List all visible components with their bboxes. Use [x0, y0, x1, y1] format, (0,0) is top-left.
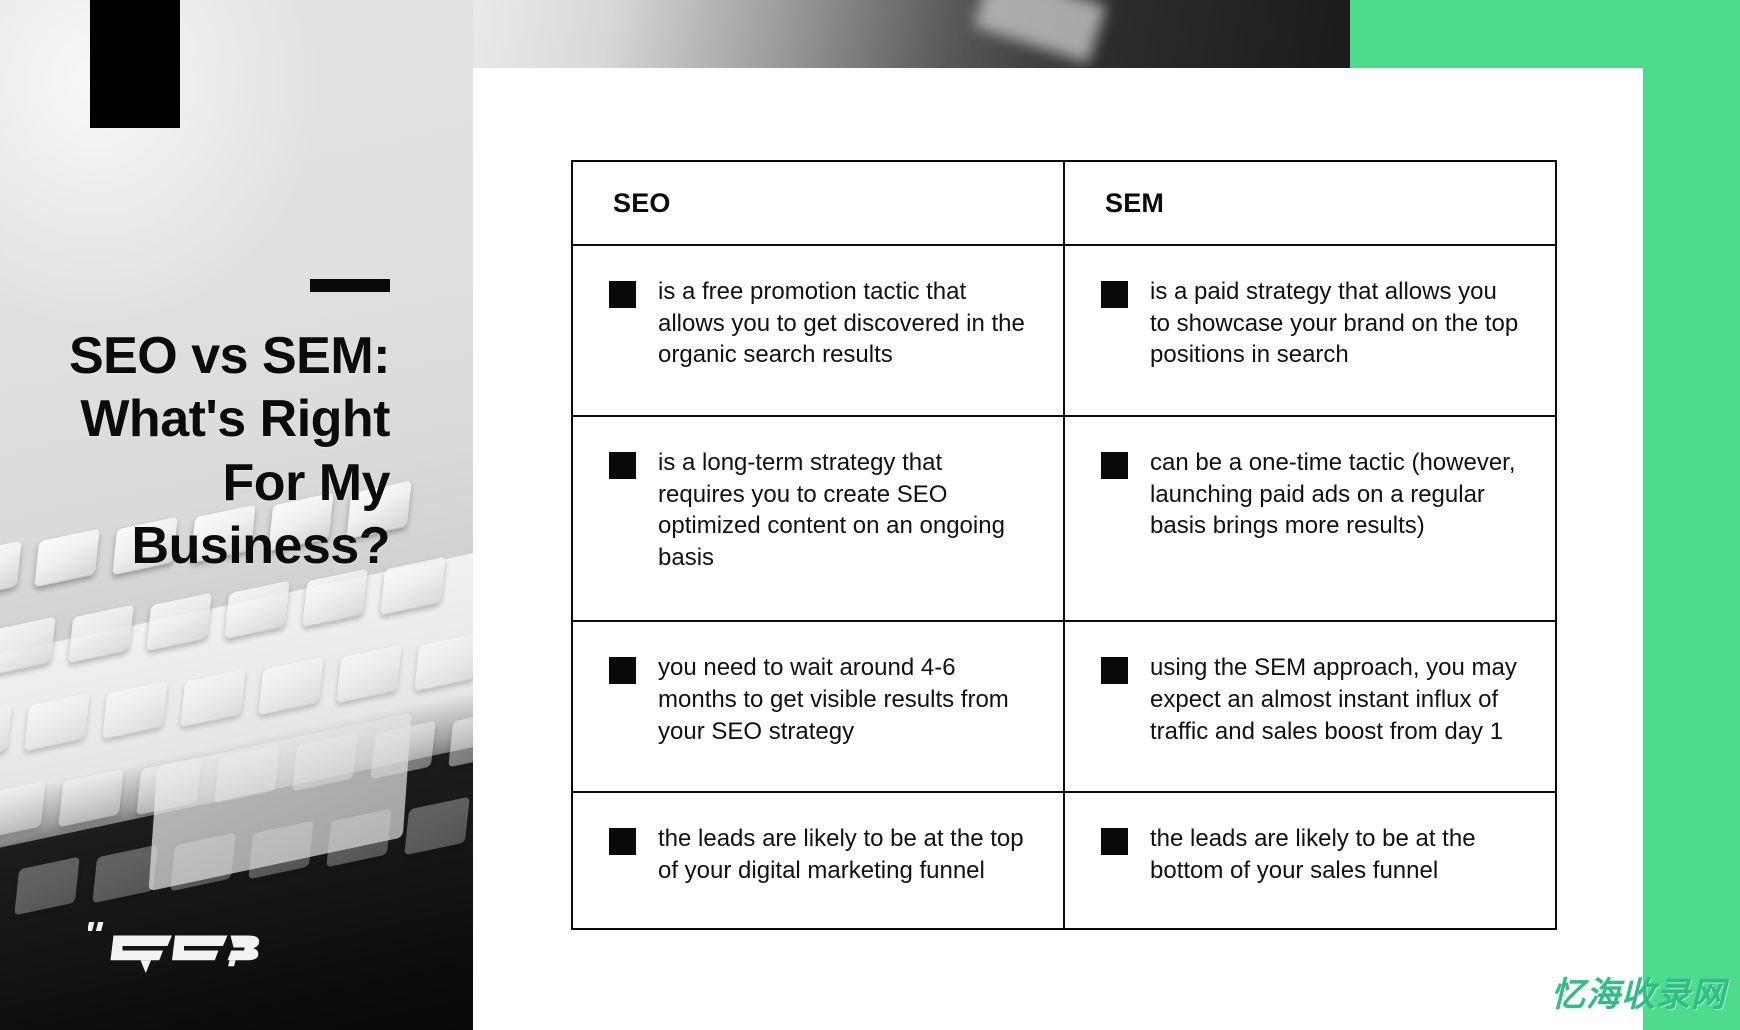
table-row: is a free promotion tactic that allows y… [571, 244, 1557, 417]
keyboard-key [448, 708, 473, 768]
cell-text: the leads are likely to be at the bottom… [1150, 825, 1476, 885]
page-title-line-2: For My [222, 453, 391, 512]
page-title-line-1: What's Right [80, 390, 390, 449]
square-bullet-icon [609, 452, 636, 479]
cell-text: is a long-term strategy that requires yo… [658, 449, 1005, 572]
keyboard-key [58, 768, 124, 828]
keyboard-key [0, 780, 46, 840]
black-rectangle-icon [90, 0, 180, 128]
cell-seo: the leads are likely to be at the top of… [571, 791, 1065, 930]
square-bullet-icon [1101, 452, 1128, 479]
keyboard-key [24, 692, 90, 752]
keyboard-key [258, 656, 324, 716]
keyboard-key [68, 604, 134, 664]
keyboard-key [224, 580, 290, 640]
square-bullet-icon [609, 657, 636, 685]
cell-seo: is a long-term strategy that requires yo… [571, 414, 1065, 623]
square-bullet-icon [609, 828, 636, 856]
keyboard-key [0, 616, 56, 676]
table-row: you need to wait around 4-6 months to ge… [571, 620, 1557, 794]
page-title-line-0: SEO vs SEM: [68, 327, 391, 385]
hero-panel: SEO vs SEM: What's Right For My Business? [0, 0, 473, 1030]
cell-text: using the SEM approach, you may expect a… [1150, 654, 1517, 745]
page-title: SEO vs SEM: What's Right For My Business? [20, 325, 391, 579]
cell-text: can be a one-time tactic (however, launc… [1150, 449, 1516, 540]
keyboard-key [14, 856, 80, 916]
square-bullet-icon [1101, 828, 1128, 856]
cell-text: is a free promotion tactic that allows y… [658, 278, 1025, 369]
cell-sem: the leads are likely to be at the bottom… [1063, 791, 1557, 930]
square-bullet-icon [1101, 657, 1128, 685]
horizontal-rule-icon [310, 279, 390, 292]
seo-sem-comparison-table: SEO SEM is a free promotion tactic that … [571, 160, 1557, 930]
cell-text: is a paid strategy that allows you to sh… [1150, 278, 1519, 369]
keyboard-key [146, 592, 212, 652]
reverb-logo [88, 908, 268, 978]
cell-sem: can be a one-time tactic (however, launc… [1063, 414, 1557, 623]
table-row: the leads are likely to be at the top of… [571, 791, 1557, 930]
keyboard-key [0, 540, 22, 600]
keyboard-key [404, 796, 470, 856]
keyboard-key [0, 704, 12, 764]
table-row: is a long-term strategy that requires yo… [571, 414, 1557, 623]
square-bullet-icon [1101, 281, 1128, 308]
keyboard-key [102, 680, 168, 740]
photo-highlight-wedge [973, 0, 1107, 64]
square-bullet-icon [609, 281, 636, 308]
cell-seo: is a free promotion tactic that allows y… [571, 244, 1065, 417]
table-header-row: SEO SEM [571, 160, 1557, 246]
infographic-canvas: SEO vs SEM: What's Right For My Business? [0, 0, 1740, 1030]
cell-sem: is a paid strategy that allows you to sh… [1063, 244, 1557, 417]
keyboard-key [180, 668, 246, 728]
cell-sem: using the SEM approach, you may expect a… [1063, 620, 1557, 794]
cell-text: you need to wait around 4-6 months to ge… [658, 654, 1009, 745]
keyboard-key [92, 844, 158, 904]
column-header-sem: SEM [1063, 160, 1557, 246]
cell-seo: you need to wait around 4-6 months to ge… [571, 620, 1065, 794]
cell-text: the leads are likely to be at the top of… [658, 825, 1024, 885]
column-header-seo: SEO [571, 160, 1065, 246]
keyboard-key [336, 644, 402, 704]
page-title-line-3: Business? [131, 517, 391, 576]
keyboard-key [414, 632, 473, 692]
site-watermark: 忆海收录网 [1551, 976, 1726, 1014]
keyboard-key [380, 556, 446, 616]
